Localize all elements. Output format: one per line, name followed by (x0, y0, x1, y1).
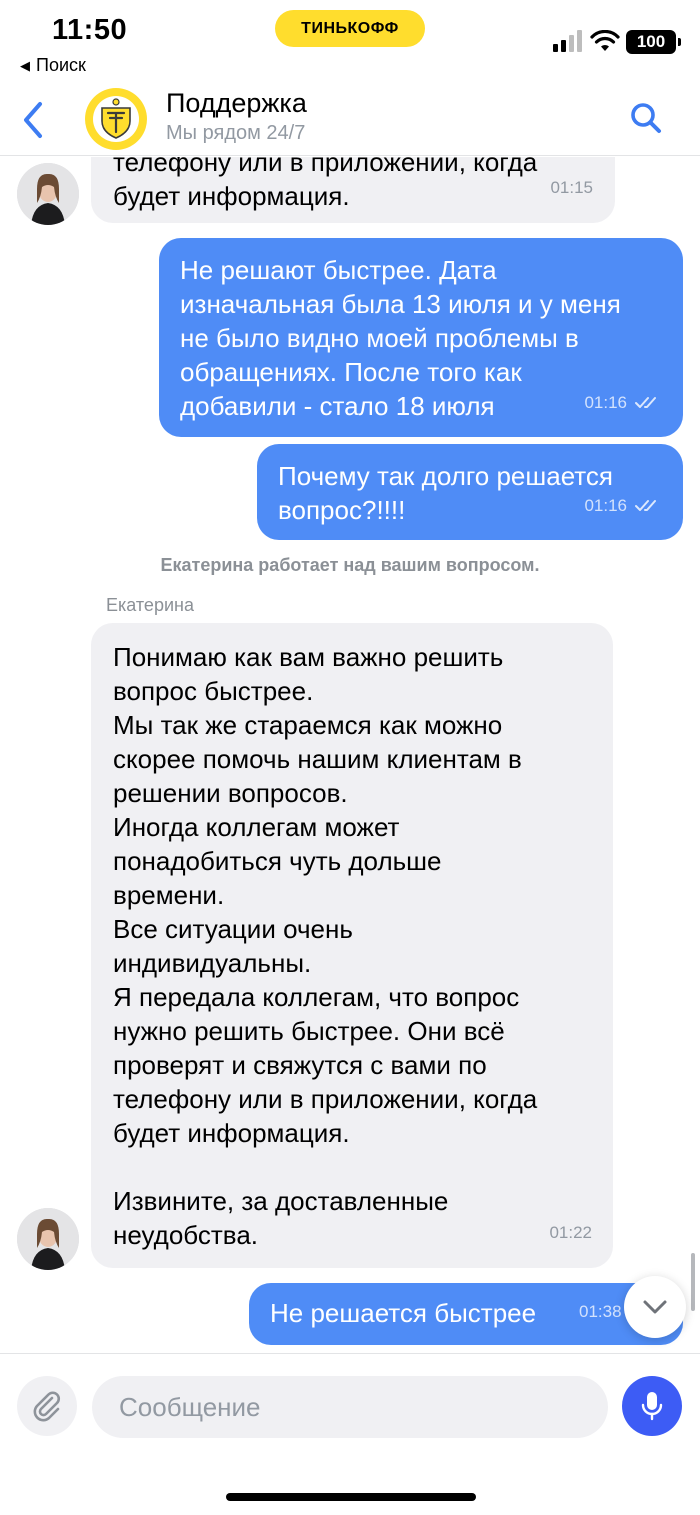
message-time: 01:38 (579, 1302, 622, 1321)
status-time: 11:50 (52, 14, 128, 46)
message-bubble-incoming[interactable]: Понимаю как вам важно решить вопрос быст… (91, 623, 613, 1268)
composer-bar (0, 1353, 700, 1461)
bank-emblem-icon (93, 96, 139, 142)
message-text: телефону или в приложении, когда будет и… (113, 157, 538, 211)
voice-message-button[interactable] (622, 1376, 682, 1436)
message-bubble-outgoing[interactable]: Не решают быстрее. Дата изначальная была… (159, 238, 683, 437)
support-avatar-logo[interactable] (85, 88, 147, 150)
paperclip-icon (33, 1391, 60, 1422)
battery-indicator: 100 (626, 30, 681, 54)
chat-header: Поддержка Мы рядом 24/7 (0, 86, 700, 156)
search-icon[interactable] (628, 100, 664, 136)
agent-avatar[interactable] (17, 1208, 79, 1270)
message-text: Не решается быстрее (270, 1298, 537, 1328)
status-bar: 11:50 ◀ Поиск ТИНЬКОФФ 100 (0, 0, 700, 86)
message-meta: 01:16 (584, 489, 663, 523)
cellular-signal-icon (553, 30, 582, 52)
message-text: Понимаю как вам важно решить вопрос быст… (113, 642, 538, 1250)
agent-photo-icon (17, 1208, 79, 1270)
chat-title: Поддержка (166, 88, 307, 118)
system-status-note: Екатерина работает над вашим вопросом. (160, 555, 540, 575)
wifi-icon (590, 30, 620, 51)
agent-photo-icon (17, 163, 79, 225)
chat-subtitle: Мы рядом 24/7 (166, 122, 306, 144)
message-input[interactable] (92, 1376, 608, 1438)
message-meta: 01:38 (579, 1295, 622, 1329)
back-chevron-icon[interactable] (18, 98, 50, 142)
message-meta: 01:22 (549, 1216, 592, 1250)
chevron-down-icon (643, 1300, 667, 1314)
back-triangle-icon: ◀ (20, 57, 30, 73)
back-to-app-link[interactable]: ◀ Поиск (20, 55, 86, 76)
double-check-icon (635, 500, 656, 511)
message-bubble-outgoing[interactable]: Почему так долго решается вопрос?!!!! 01… (257, 444, 683, 540)
attach-button[interactable] (17, 1376, 77, 1436)
message-list[interactable]: телефону или в приложении, когда будет и… (0, 157, 700, 1353)
back-app-label: Поиск (36, 55, 86, 75)
message-time: 01:15 (550, 178, 593, 197)
scrollbar[interactable] (691, 1253, 695, 1311)
scroll-down-button[interactable] (624, 1276, 686, 1338)
message-meta: 01:15 (550, 171, 593, 205)
message-time: 01:22 (549, 1223, 592, 1242)
microphone-icon (641, 1392, 663, 1421)
home-indicator (226, 1493, 476, 1501)
message-time: 01:16 (584, 393, 627, 412)
message-meta: 01:16 (584, 386, 663, 420)
message-bubble-outgoing[interactable]: Не решается быстрее 01:38 (249, 1283, 683, 1345)
message-time: 01:16 (584, 496, 627, 515)
brand-pill: ТИНЬКОФФ (275, 10, 425, 47)
message-bubble-incoming[interactable]: телефону или в приложении, когда будет и… (91, 157, 615, 223)
agent-avatar[interactable] (17, 163, 79, 225)
sender-name: Екатерина (106, 595, 194, 615)
double-check-icon (635, 397, 656, 408)
